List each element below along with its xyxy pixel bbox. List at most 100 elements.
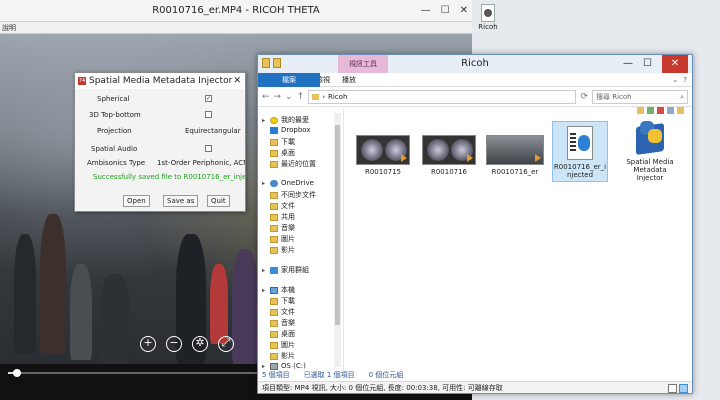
- forward-icon[interactable]: →: [274, 92, 282, 102]
- maximize-icon[interactable]: ☐: [643, 55, 652, 73]
- nav-item-pc-pictures[interactable]: 圖片: [270, 340, 295, 350]
- recent-locations-icon[interactable]: ⌄: [285, 92, 293, 102]
- injector-app-icon: 74: [78, 77, 86, 85]
- folder-icon: [270, 191, 278, 199]
- properties-icon[interactable]: [273, 58, 281, 68]
- folder-icon: [270, 235, 278, 243]
- nav-item-documents[interactable]: 文件: [270, 201, 295, 211]
- nav-item-desktop[interactable]: 桌面: [270, 148, 295, 158]
- refresh-icon[interactable]: ⟳: [580, 92, 588, 102]
- file-details: 項目類型: MP4 視訊, 大小: 0 個位元組, 長度: 00:03:38, …: [262, 384, 503, 392]
- player-menu-help[interactable]: 說明: [0, 22, 472, 34]
- minimize-icon[interactable]: —: [623, 55, 633, 73]
- nav-item-recent[interactable]: 最近的位置: [270, 159, 316, 169]
- file-item[interactable]: Spatial Media Metadata Injector: [620, 119, 680, 182]
- seek-handle[interactable]: [13, 369, 22, 377]
- details-view-icon[interactable]: [668, 384, 677, 393]
- zoom-in-icon[interactable]: +: [140, 336, 156, 352]
- nav-item-pc-music[interactable]: 音樂: [270, 318, 295, 328]
- file-list: R0010715 R0010716 R0010716_er R0010716_e…: [350, 113, 690, 373]
- explorer-title: Ricoh: [461, 58, 489, 69]
- folder-icon[interactable]: [262, 58, 270, 68]
- nav-item-homegroup[interactable]: ▸ 家用群組: [262, 265, 309, 275]
- metadata-injector-dialog: 74 Spatial Media Metadata Injector ✕ Sph…: [74, 72, 246, 212]
- folder-icon: [270, 319, 278, 327]
- top-bottom-checkbox[interactable]: [205, 111, 212, 118]
- folder-icon: [270, 330, 278, 338]
- quit-button[interactable]: Quit: [207, 195, 230, 207]
- nav-item-favorites[interactable]: ▸ 我的最愛: [262, 115, 309, 125]
- help-icon[interactable]: ?: [683, 73, 687, 86]
- chevron-right-icon: ›: [322, 92, 325, 101]
- up-icon[interactable]: ↑: [297, 92, 305, 102]
- maximize-icon[interactable]: ☐: [441, 0, 450, 22]
- save-as-button[interactable]: Save as: [163, 195, 199, 207]
- nav-item-label: 下載: [281, 138, 295, 146]
- nav-item-onedrive[interactable]: ▸ OneDrive: [262, 179, 314, 187]
- spherical-checkbox[interactable]: ✓: [205, 95, 212, 102]
- nav-item-label: 影片: [281, 352, 295, 360]
- desktop-icon-ricoh[interactable]: Ricoh: [476, 4, 500, 31]
- file-item[interactable]: R0010716_er: [484, 135, 546, 176]
- file-name: Spatial Media Metadata Injector: [626, 158, 674, 182]
- nav-item-pc-desktop[interactable]: 桌面: [270, 329, 295, 339]
- large-icons-view-icon[interactable]: [679, 384, 688, 393]
- tab-play[interactable]: 播放: [336, 73, 362, 86]
- ambisonics-label: Ambisonics Type: [87, 159, 146, 167]
- nav-item-shared[interactable]: 共用: [270, 212, 295, 222]
- address-bar[interactable]: › Ricoh: [308, 89, 577, 104]
- nav-item-label: 影片: [281, 246, 295, 254]
- back-icon[interactable]: ←: [262, 92, 270, 102]
- nav-item-downloads[interactable]: 下載: [270, 137, 295, 147]
- fullscreen-icon[interactable]: ⤢: [218, 336, 234, 352]
- spatial-audio-checkbox[interactable]: [205, 145, 212, 152]
- nav-item-label: 桌面: [281, 330, 295, 338]
- minimize-icon[interactable]: —: [421, 0, 431, 22]
- nav-item-music[interactable]: 音樂: [270, 223, 295, 233]
- spherical-label: Spherical: [97, 95, 130, 103]
- close-icon[interactable]: ✕: [460, 0, 468, 22]
- nav-item-label: 文件: [281, 308, 295, 316]
- nav-item-dropbox[interactable]: Dropbox: [270, 126, 311, 134]
- search-input[interactable]: 搜尋 Ricoh ⌕: [592, 89, 688, 104]
- open-button[interactable]: Open: [123, 195, 150, 207]
- nav-item-this-pc[interactable]: ▸ 本機: [262, 285, 295, 295]
- close-icon[interactable]: ✕: [233, 73, 241, 89]
- folder-icon: [270, 224, 278, 232]
- nav-item-label: 本機: [281, 286, 295, 294]
- nav-item-label: Dropbox: [281, 126, 311, 134]
- scrollbar-thumb[interactable]: [335, 125, 340, 325]
- injector-title: Spatial Media Metadata Injector: [89, 76, 233, 86]
- nav-item-label: 圖片: [281, 341, 295, 349]
- navigation-scrollbar[interactable]: [334, 113, 341, 367]
- video-thumbnail-icon: [356, 135, 410, 165]
- dropbox-icon: [270, 126, 278, 134]
- folder-icon: [312, 93, 320, 100]
- file-name: R0010715: [364, 168, 402, 176]
- close-icon[interactable]: ✕: [662, 55, 688, 73]
- navigation-pane: ▸ 我的最愛 Dropbox 下載 桌面 最近的位置 ▸ OneDrive 不同步文…: [258, 109, 344, 373]
- nav-item-unsynced[interactable]: 不同步文件: [270, 190, 316, 200]
- ambisonics-value: 1st-Order Periphonic, ACN, SN3D: [157, 159, 245, 167]
- file-item[interactable]: R0010716: [418, 135, 480, 176]
- view-mode-icon[interactable]: ✲: [192, 336, 208, 352]
- tab-file[interactable]: 檔案: [258, 73, 320, 87]
- cloud-icon: [270, 179, 278, 187]
- file-item-selected[interactable]: R0010716_er_injected: [552, 121, 608, 182]
- chevron-down-icon[interactable]: ⌄: [672, 73, 678, 86]
- nav-item-label: 最近的位置: [281, 160, 316, 168]
- folder-icon: [270, 202, 278, 210]
- nav-item-pictures[interactable]: 圖片: [270, 234, 295, 244]
- file-name: R0010716: [430, 168, 468, 176]
- file-item[interactable]: R0010715: [352, 135, 414, 176]
- nav-item-pc-documents[interactable]: 文件: [270, 307, 295, 317]
- video-tools-context-tab[interactable]: 視訊工具: [338, 55, 388, 73]
- player-title: R0010716_er.MP4 - RICOH THETA: [152, 5, 320, 16]
- nav-item-pc-downloads[interactable]: 下載: [270, 296, 295, 306]
- video-thumbnail-icon: [486, 135, 544, 165]
- nav-item-pc-videos[interactable]: 影片: [270, 351, 295, 361]
- nav-item-videos[interactable]: 影片: [270, 245, 295, 255]
- nav-item-label: 桌面: [281, 149, 295, 157]
- zoom-out-icon[interactable]: −: [166, 336, 182, 352]
- folder-icon: [270, 138, 278, 146]
